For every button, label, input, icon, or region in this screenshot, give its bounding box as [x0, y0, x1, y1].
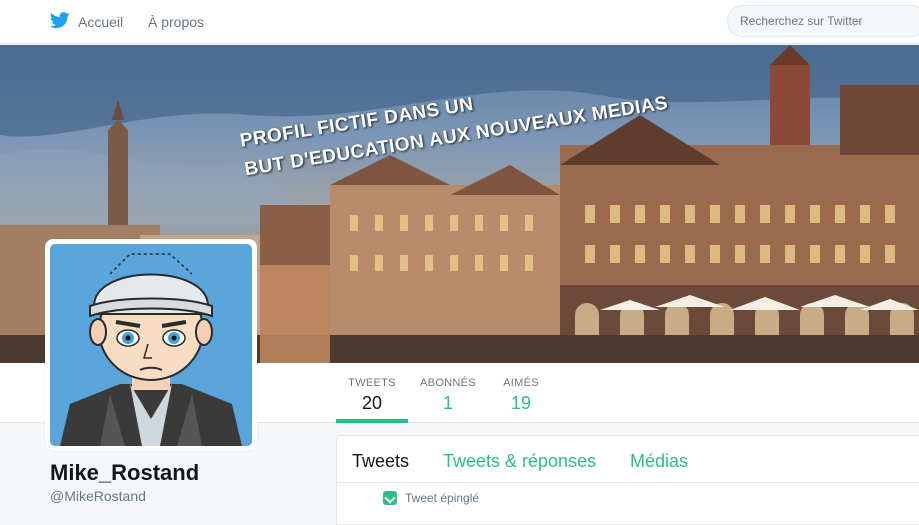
stat-followers-value: 1: [442, 393, 453, 413]
avatar-image: [50, 244, 252, 446]
search-input[interactable]: [727, 5, 919, 37]
stat-likes-label: AIMÉS: [503, 377, 539, 389]
stat-likes[interactable]: AIMÉS 19: [490, 363, 552, 423]
nav-about[interactable]: À propos: [148, 0, 204, 44]
twitter-bird-icon: [50, 12, 78, 32]
nav-home[interactable]: Accueil: [50, 0, 123, 44]
timeline: Tweets Tweets & réponses Médias Tweet ép…: [336, 435, 919, 525]
nav-about-label: À propos: [148, 14, 205, 30]
stat-tweets[interactable]: TWEETS 20: [336, 363, 408, 423]
top-nav: Accueil À propos: [0, 0, 919, 44]
stat-tweets-value: 20: [361, 393, 383, 413]
pin-icon: [383, 491, 397, 505]
profile-name[interactable]: Mike_Rostand: [50, 460, 199, 486]
tab-tweets-replies[interactable]: Tweets & réponses: [443, 451, 596, 472]
nav-home-label: Accueil: [78, 14, 124, 30]
profile-handle[interactable]: @MikeRostand: [50, 488, 146, 504]
pinned-tweet-context: Tweet épinglé: [383, 491, 479, 505]
stat-followers[interactable]: ABONNÉS 1: [415, 363, 481, 423]
stat-likes-value: 19: [510, 393, 532, 413]
tab-media[interactable]: Médias: [630, 451, 688, 472]
tab-tweets[interactable]: Tweets: [352, 451, 409, 472]
timeline-tabs: Tweets Tweets & réponses Médias: [337, 436, 919, 483]
avatar[interactable]: [45, 239, 257, 451]
stat-followers-label: ABONNÉS: [420, 377, 476, 389]
stat-tweets-label: TWEETS: [348, 377, 396, 389]
pinned-label: Tweet épinglé: [405, 491, 480, 505]
